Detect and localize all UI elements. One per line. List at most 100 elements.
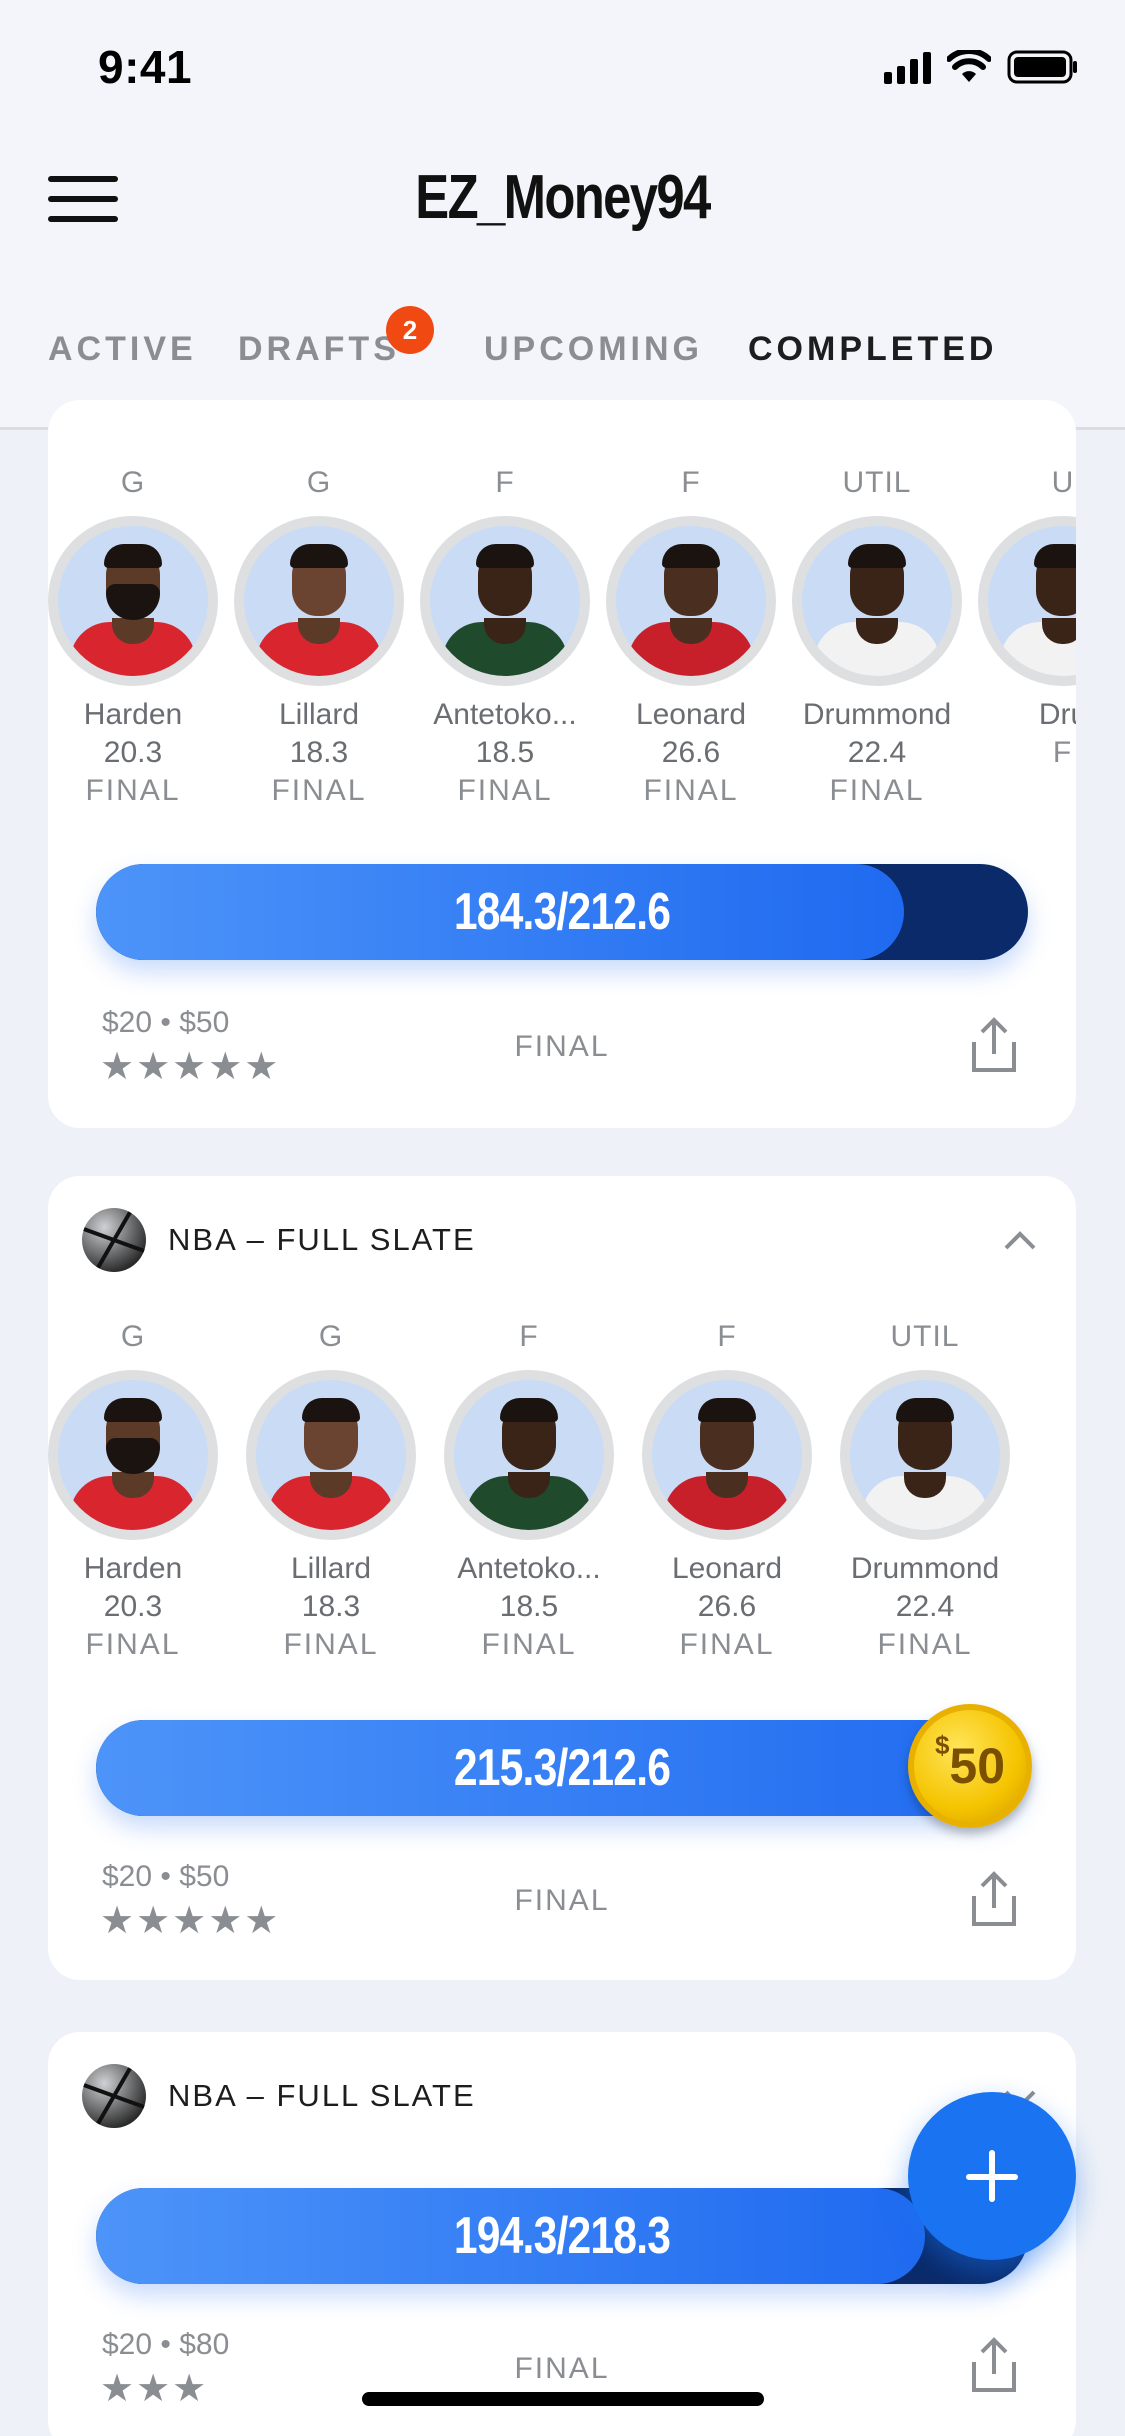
slate-title: NBA – FULL SLATE [168, 1222, 476, 1257]
player-avatar [234, 516, 404, 686]
player-card[interactable]: G Harden 20.3 FINAL [48, 1320, 218, 1662]
player-card[interactable]: F Leonard 26.6 FINAL [642, 1320, 812, 1662]
player-avatar [420, 516, 590, 686]
prize-currency: $ [934, 1730, 950, 1760]
app-header: EZ_Money94 [0, 132, 1125, 280]
player-name: Harden [83, 1552, 183, 1585]
player-status: FINAL [679, 1628, 775, 1661]
card-header: NBA – FULL SLATE [82, 2064, 476, 2128]
player-position: F [495, 466, 515, 499]
player-score: 22.4 [895, 1590, 955, 1623]
drafts-count-badge: 2 [386, 306, 434, 354]
player-status: FINAL [877, 1628, 973, 1661]
player-name: Antetoko... [457, 1552, 601, 1585]
status-icons [884, 50, 1079, 84]
player-avatar [48, 1370, 218, 1540]
player-name: Harden [83, 698, 183, 731]
chevron-up-icon[interactable] [1002, 1224, 1038, 1260]
basketball-icon [82, 2064, 146, 2128]
player-score: 20.3 [103, 736, 163, 769]
contest-status: FINAL [514, 1884, 610, 1917]
share-icon[interactable] [962, 2334, 1026, 2398]
player-avatar [840, 1370, 1010, 1540]
player-status: FINAL [829, 774, 925, 807]
status-bar: 9:41 [0, 0, 1125, 132]
contest-status: FINAL [514, 2352, 610, 2385]
cellular-signal-icon [884, 50, 931, 84]
player-score: 20.3 [103, 1590, 163, 1623]
contest-card[interactable]: NBA – FULL SLATE 194.3/218.3 $20 • $80 ★… [48, 2032, 1076, 2436]
player-card[interactable]: U Dru F [978, 466, 1076, 770]
player-position: F [519, 1320, 539, 1353]
player-name: Lillard [290, 1552, 372, 1585]
prize-amount: 50 [949, 1738, 1006, 1794]
player-status: F [1052, 736, 1074, 769]
player-avatar [444, 1370, 614, 1540]
player-card[interactable]: F Antetoko... 18.5 FINAL [444, 1320, 614, 1662]
score-progress-label: 184.3/212.6 [453, 883, 671, 941]
player-card[interactable]: G Lillard 18.3 FINAL [234, 466, 404, 808]
player-position: UTIL [842, 466, 912, 499]
player-score: 18.3 [289, 736, 349, 769]
player-avatar [642, 1370, 812, 1540]
basketball-icon [82, 1208, 146, 1272]
player-card[interactable]: F Antetoko... 18.5 FINAL [420, 466, 590, 808]
player-status: FINAL [85, 774, 181, 807]
lineup-row: G Harden 20.3 FINAL G Lillard 18.3 FINAL… [48, 466, 1076, 866]
player-position: G [120, 466, 146, 499]
player-status: FINAL [481, 1628, 577, 1661]
player-position: F [717, 1320, 737, 1353]
contest-card[interactable]: NBA – FULL SLATE G Harden 20.3 FINAL G L… [48, 1176, 1076, 1980]
add-contest-button[interactable] [908, 2092, 1076, 2260]
player-avatar [978, 516, 1076, 686]
player-score: 18.5 [499, 1590, 559, 1623]
player-score: 18.3 [301, 1590, 361, 1623]
player-card[interactable]: G Lillard 18.3 FINAL [246, 1320, 416, 1662]
player-score: 26.6 [661, 736, 721, 769]
status-time: 9:41 [98, 41, 193, 93]
player-name: Drummond [850, 1552, 1000, 1585]
contest-card[interactable]: G Harden 20.3 FINAL G Lillard 18.3 FINAL… [48, 400, 1076, 1128]
battery-icon [1007, 50, 1077, 84]
player-name: Leonard [635, 698, 747, 731]
prize-coin: $50 [908, 1704, 1032, 1828]
player-card[interactable]: G Harden 20.3 FINAL [48, 466, 218, 808]
card-header: NBA – FULL SLATE [82, 1208, 476, 1272]
player-card[interactable]: F Leonard 26.6 FINAL [606, 466, 776, 808]
slate-title: NBA – FULL SLATE [168, 2078, 476, 2113]
player-status: FINAL [283, 1628, 379, 1661]
score-progress-bar: 184.3/212.6 [96, 864, 1028, 960]
player-position: UTIL [890, 1320, 960, 1353]
player-score: 22.4 [847, 736, 907, 769]
player-name: Dru [1038, 698, 1076, 731]
player-score: 26.6 [697, 1590, 757, 1623]
player-name: Antetoko... [433, 698, 577, 731]
player-score: 18.5 [475, 736, 535, 769]
player-position: F [681, 466, 701, 499]
player-status: FINAL [85, 1628, 181, 1661]
tab-drafts[interactable]: DRAFTS [238, 330, 400, 369]
player-position: G [306, 466, 332, 499]
share-icon[interactable] [962, 1014, 1026, 1078]
player-position: G [318, 1320, 344, 1353]
tab-active[interactable]: ACTIVE [48, 330, 197, 369]
tab-upcoming[interactable]: UPCOMING [484, 330, 703, 369]
wifi-icon [947, 50, 991, 82]
player-card[interactable]: UTIL Drummond 22.4 FINAL [840, 1320, 1010, 1662]
player-avatar [48, 516, 218, 686]
player-card[interactable]: UTIL Drummond 22.4 FINAL [792, 466, 962, 808]
player-avatar [246, 1370, 416, 1540]
player-position: G [120, 1320, 146, 1353]
player-position: U [1051, 466, 1075, 499]
contest-status: FINAL [514, 1030, 610, 1063]
home-indicator [362, 2392, 764, 2406]
player-status: FINAL [271, 774, 367, 807]
lineup-row: G Harden 20.3 FINAL G Lillard 18.3 FINAL… [48, 1320, 1076, 1720]
player-status: FINAL [457, 774, 553, 807]
score-progress-bar: 194.3/218.3 [96, 2188, 1028, 2284]
share-icon[interactable] [962, 1868, 1026, 1932]
tab-completed[interactable]: COMPLETED [748, 330, 997, 369]
score-progress-bar: 215.3/212.6 $50 [96, 1704, 1032, 1828]
player-name: Lillard [278, 698, 360, 731]
player-avatar [792, 516, 962, 686]
